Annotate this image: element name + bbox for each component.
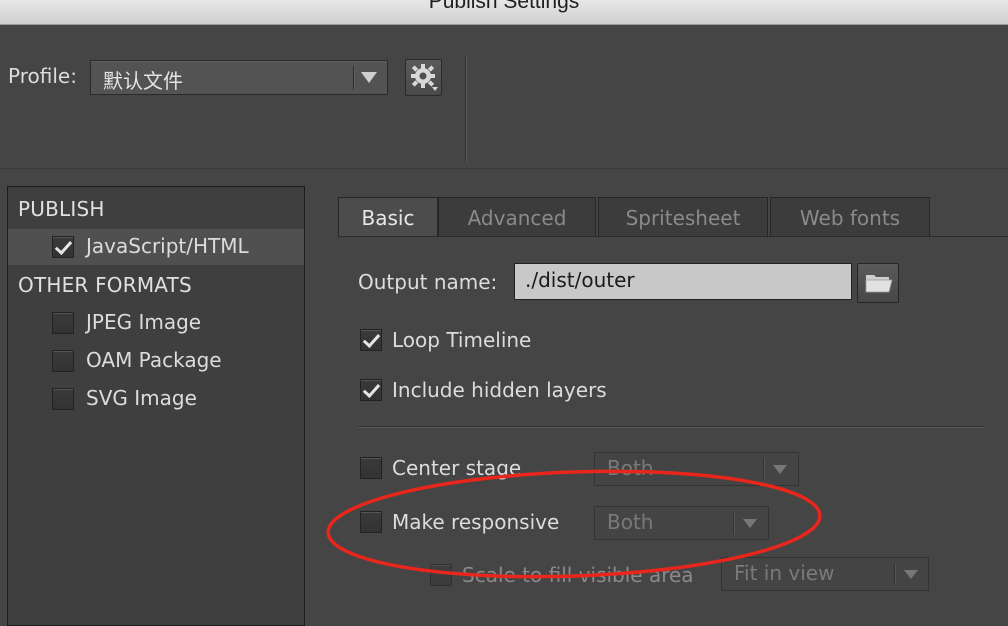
gear-icon	[411, 64, 438, 91]
scale-fill-label: Scale to fill visible area	[462, 563, 694, 587]
make-responsive-checkbox[interactable]	[360, 511, 382, 533]
tab-spritesheet[interactable]: Spritesheet	[598, 197, 768, 237]
select-divider	[894, 563, 896, 585]
profile-options-button[interactable]	[405, 59, 442, 96]
jpeg-label: JPEG Image	[86, 310, 202, 334]
window-title: Publish Settings	[428, 0, 580, 13]
oam-label: OAM Package	[86, 348, 222, 372]
select-divider	[733, 512, 735, 534]
tab-advanced[interactable]: Advanced	[438, 197, 596, 237]
loop-timeline-checkbox[interactable]	[360, 329, 382, 351]
other-formats-heading: OTHER FORMATS	[18, 273, 192, 297]
javascript-html-label: JavaScript/HTML	[86, 234, 249, 258]
svg-label: SVG Image	[86, 386, 197, 410]
profile-value: 默认文件	[103, 69, 183, 93]
include-hidden-label: Include hidden layers	[392, 378, 607, 402]
header-divider	[0, 168, 1008, 169]
scale-fill-checkbox[interactable]	[430, 564, 452, 586]
center-stage-value: Both	[607, 456, 654, 480]
select-divider	[763, 458, 765, 480]
list-item-javascript-html[interactable]: JavaScript/HTML	[8, 229, 304, 265]
make-responsive-value: Both	[607, 510, 654, 534]
svg-checkbox[interactable]	[52, 388, 74, 410]
folder-icon	[865, 275, 893, 293]
profile-select[interactable]: 默认文件	[90, 60, 388, 95]
tab-underline	[338, 236, 1008, 237]
jpeg-checkbox[interactable]	[52, 312, 74, 334]
list-item-jpeg[interactable]: JPEG Image	[8, 305, 304, 341]
publish-heading: PUBLISH	[18, 197, 105, 221]
loop-timeline-label: Loop Timeline	[392, 328, 532, 352]
oam-checkbox[interactable]	[52, 350, 74, 372]
chevron-down-icon	[743, 519, 757, 528]
window-titlebar: Publish Settings	[0, 0, 1008, 25]
scale-fill-value: Fit in view	[734, 561, 835, 585]
format-list-panel: PUBLISH JavaScript/HTML OTHER FORMATS JP…	[7, 186, 305, 626]
output-name-field[interactable]: ./dist/outer	[514, 263, 852, 300]
tab-web-fonts[interactable]: Web fonts	[770, 197, 930, 237]
scale-fill-select[interactable]: Fit in view	[721, 557, 929, 591]
center-stage-label: Center stage	[392, 456, 522, 480]
make-responsive-label: Make responsive	[392, 510, 560, 534]
list-item-svg[interactable]: SVG Image	[8, 381, 304, 417]
select-divider	[353, 66, 355, 90]
chevron-down-icon	[904, 570, 918, 579]
chevron-down-icon	[361, 72, 377, 83]
list-item-oam[interactable]: OAM Package	[8, 343, 304, 379]
chevron-down-icon	[773, 465, 787, 474]
tab-basic[interactable]: Basic	[338, 197, 438, 237]
center-stage-checkbox[interactable]	[360, 457, 382, 479]
center-stage-select[interactable]: Both	[594, 452, 799, 486]
include-hidden-checkbox[interactable]	[360, 379, 382, 401]
profile-label: Profile:	[8, 64, 77, 88]
make-responsive-select[interactable]: Both	[594, 506, 769, 540]
options-separator	[358, 426, 985, 428]
javascript-html-checkbox[interactable]	[52, 236, 74, 258]
output-name-label: Output name:	[358, 270, 498, 294]
toolbar-divider	[465, 56, 467, 162]
browse-folder-button[interactable]	[857, 263, 899, 303]
